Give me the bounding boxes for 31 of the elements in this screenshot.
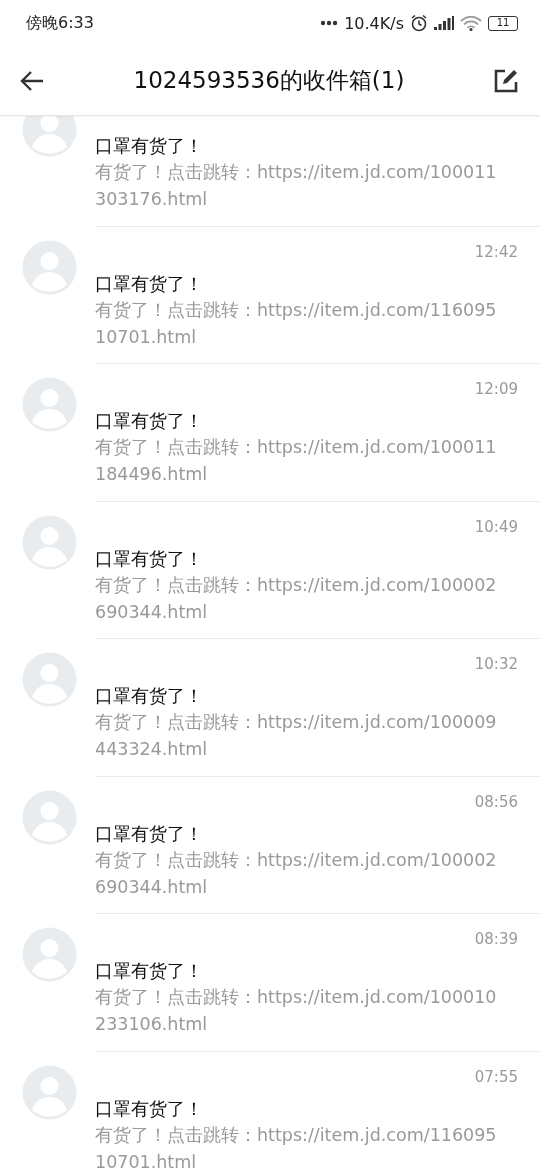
signal-icon xyxy=(434,16,454,30)
message-title: 口罩有货了！ xyxy=(95,821,204,846)
wifi-icon xyxy=(460,15,482,31)
page-title: 1024593536的收件箱(1) xyxy=(132,66,406,95)
message-time: 07:55 xyxy=(474,1066,518,1088)
message-time: 08:56 xyxy=(474,791,518,813)
message-title: 口罩有货了！ xyxy=(95,134,204,158)
message-title: 口罩有货了！ xyxy=(95,1096,204,1121)
battery-icon: 11 xyxy=(488,15,518,31)
message-preview: 有货了！点击跳转：https://item.jd.com/100011184496.html xyxy=(95,436,498,486)
message-title: 口罩有货了！ xyxy=(95,409,204,433)
status-time: 傍晚6:33 xyxy=(26,12,94,34)
message-time: 10:49 xyxy=(474,516,518,538)
message-preview: 有货了！点击跳转：https://item.jd.com/100009443324.html xyxy=(95,711,498,761)
message-time: 12:42 xyxy=(474,241,518,263)
message-preview: 有货了！点击跳转：https://item.jd.com/11609510701.html xyxy=(95,298,498,349)
message-preview: 有货了！点击跳转：https://item.jd.com/100011303176.html xyxy=(95,161,498,211)
message-preview: 有货了！点击跳转：https://item.jd.com/100002690344.html xyxy=(95,848,498,899)
message-title: 口罩有货了！ xyxy=(95,271,204,296)
message-time: 10:32 xyxy=(474,654,518,675)
message-preview: 有货了！点击跳转：https://item.jd.com/100010233106.html xyxy=(95,986,498,1036)
message-title: 口罩有货了！ xyxy=(95,684,204,708)
message-time: 12:09 xyxy=(474,379,518,400)
message-preview: 有货了！点击跳转：https://item.jd.com/100002690344.html xyxy=(95,573,498,624)
message-preview: 有货了！点击跳转：https://item.jd.com/11609510701.html xyxy=(95,1123,498,1170)
network-speed: 10.4K/s xyxy=(344,13,404,33)
alarm-icon xyxy=(410,14,428,32)
message-title: 口罩有货了！ xyxy=(95,959,204,983)
message-time: 08:39 xyxy=(474,929,518,950)
message-title: 口罩有货了！ xyxy=(95,546,204,571)
dots-icon xyxy=(320,20,339,26)
